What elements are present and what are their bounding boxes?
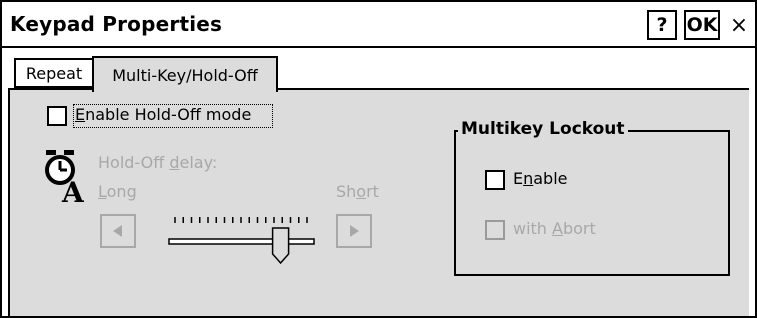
ok-button[interactable]: OK <box>684 10 720 40</box>
hold-off-delay-slider[interactable] <box>167 212 317 266</box>
close-button[interactable]: × <box>725 10 753 40</box>
slider-track <box>168 238 315 245</box>
with-abort-label: with Abort <box>513 219 596 238</box>
multikey-enable-checkbox[interactable] <box>485 170 505 190</box>
left-arrow-icon <box>113 225 122 237</box>
enable-hold-off-label[interactable]: Enable Hold-Off mode <box>75 105 251 124</box>
help-button[interactable]: ? <box>647 10 677 40</box>
multikey-enable-label[interactable]: Enable <box>513 169 568 188</box>
window-title: Keypad Properties <box>10 12 223 36</box>
decrease-delay-button[interactable] <box>100 214 136 248</box>
tab-multi-key-hold-off[interactable]: Multi-Key/Hold-Off <box>92 56 278 92</box>
tab-repeat-label: Repeat <box>25 63 83 83</box>
increase-delay-button[interactable] <box>336 214 372 248</box>
with-abort-checkbox[interactable] <box>485 220 505 240</box>
keypad-properties-dialog: Keypad Properties ? OK × Repeat Multi-Ke… <box>0 0 757 318</box>
long-label: Long <box>98 182 137 201</box>
hold-off-delay-label: Hold-Off delay: <box>98 153 218 172</box>
stopwatch-a-icon: A <box>45 150 85 204</box>
title-bar[interactable]: Keypad Properties <box>2 2 755 48</box>
multikey-lockout-title: Multikey Lockout <box>458 119 628 139</box>
slider-thumb[interactable] <box>271 227 290 265</box>
short-label: Short <box>336 182 379 201</box>
right-arrow-icon <box>350 225 359 237</box>
enable-hold-off-checkbox[interactable] <box>47 106 67 126</box>
tab-repeat[interactable]: Repeat <box>14 58 94 88</box>
svg-text:A: A <box>61 176 85 204</box>
multikey-lockout-group <box>454 130 730 276</box>
tab-multi-key-label: Multi-Key/Hold-Off <box>112 65 258 85</box>
